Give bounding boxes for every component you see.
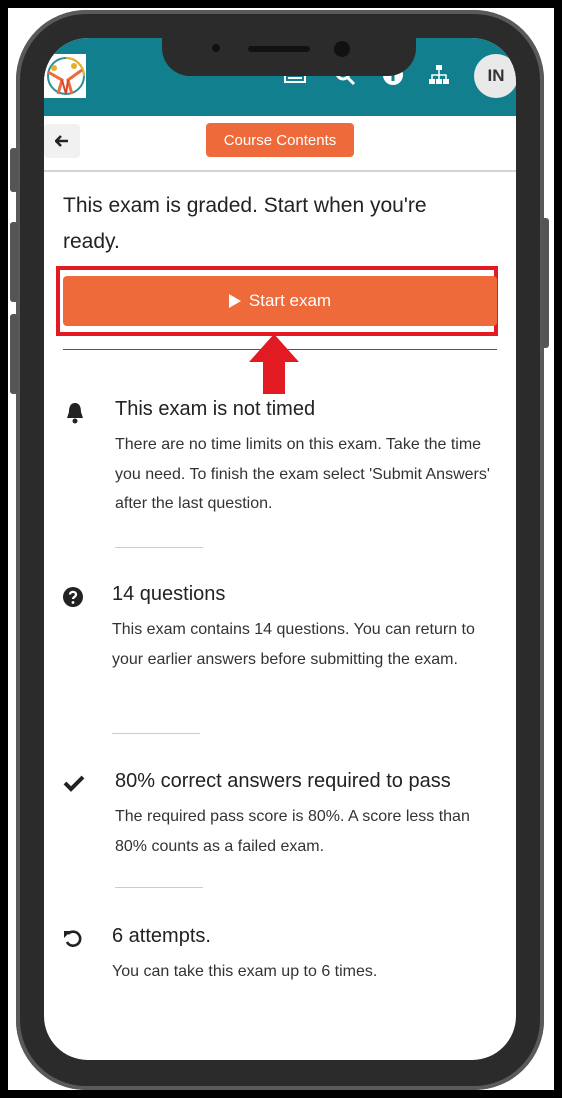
play-icon xyxy=(228,294,241,308)
annotation-arrow-icon xyxy=(249,334,299,394)
info-description: The required pass score is 80%. A score … xyxy=(115,808,470,855)
start-exam-button[interactable]: Start exam xyxy=(63,276,497,326)
arrow-left-icon xyxy=(55,135,68,147)
phone-silent-switch xyxy=(10,148,18,192)
phone-notch xyxy=(162,34,416,76)
phone-volume-up xyxy=(10,222,18,302)
back-button[interactable] xyxy=(44,124,80,158)
undo-icon xyxy=(63,929,85,951)
item-separator xyxy=(112,733,200,734)
exam-overview: This exam is graded. Start when you're r… xyxy=(56,188,498,980)
user-avatar[interactable]: IN xyxy=(474,54,516,98)
phone-power-button xyxy=(541,218,549,348)
check-icon xyxy=(63,774,85,796)
organization-logo[interactable] xyxy=(44,54,86,98)
start-exam-label: Start exam xyxy=(248,291,332,310)
item-separator xyxy=(115,887,203,888)
info-description: This exam contains 14 questions. You can… xyxy=(112,621,475,668)
info-title: 6 attempts. xyxy=(112,925,211,947)
question-circle-icon xyxy=(63,587,85,609)
item-separator xyxy=(115,547,203,548)
info-description: There are no time limits on this exam. T… xyxy=(115,436,490,512)
course-contents-button[interactable]: Course Contents xyxy=(206,123,354,157)
sitemap-icon[interactable] xyxy=(428,64,450,86)
info-title: 14 questions xyxy=(112,583,226,605)
phone-volume-down xyxy=(10,314,18,394)
info-description: You can take this exam up to 6 times. xyxy=(112,963,378,980)
info-title: 80% correct answers required to pass xyxy=(115,770,451,792)
info-title: This exam is not timed xyxy=(115,398,316,420)
sub-navigation: Course Contents xyxy=(44,116,516,172)
exam-intro-text: This exam is graded. Start when you're r… xyxy=(63,194,427,253)
bell-icon xyxy=(65,402,87,424)
